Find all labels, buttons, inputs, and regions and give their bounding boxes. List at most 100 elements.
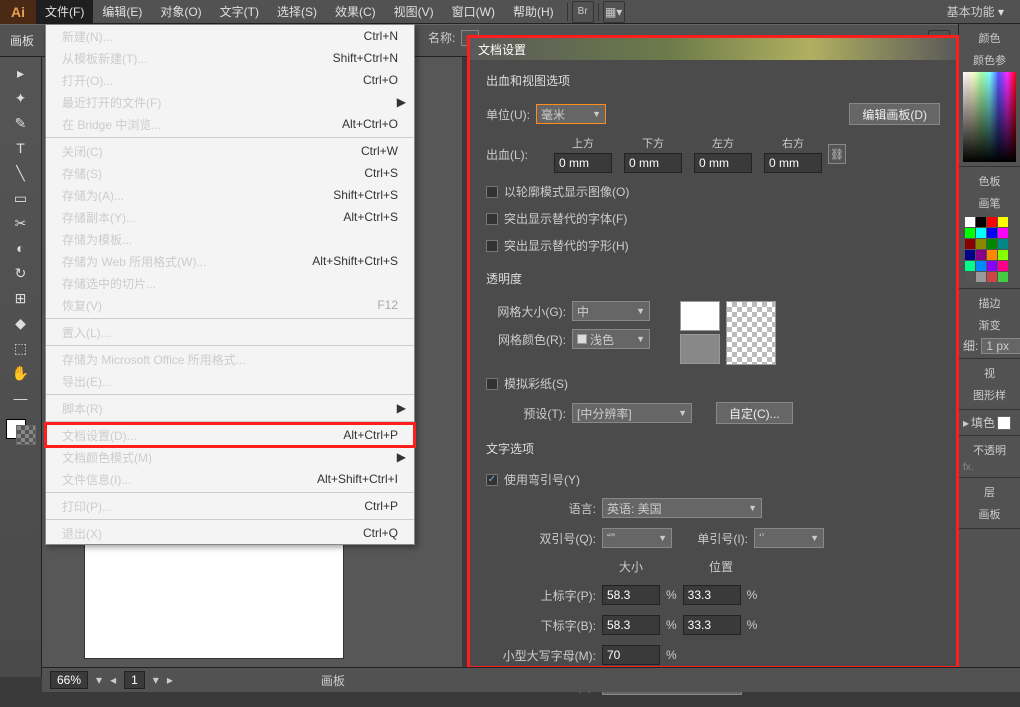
file-menu-dropdown: 新建(N)...Ctrl+N从模板新建(T)...Shift+Ctrl+N打开(…: [45, 24, 415, 545]
tool[interactable]: ◆: [9, 311, 33, 335]
menu-5[interactable]: 效果(C): [326, 0, 385, 24]
file-menu-item[interactable]: 置入(L)...: [46, 321, 414, 343]
file-menu-item[interactable]: 打开(O)...Ctrl+O: [46, 69, 414, 91]
tab-color[interactable]: 颜色: [963, 28, 1016, 48]
file-menu-item[interactable]: 存储副本(Y)...Alt+Ctrl+S: [46, 206, 414, 228]
menu-7[interactable]: 窗口(W): [443, 0, 504, 24]
menu-1[interactable]: 编辑(E): [93, 0, 151, 24]
subbar-panel-label: 画板: [6, 32, 38, 49]
file-menu-item[interactable]: 脚本(R)▶: [46, 397, 414, 419]
menu-0[interactable]: 文件(F): [36, 0, 93, 24]
double-quote-select[interactable]: “”▼: [602, 528, 672, 548]
file-menu-item[interactable]: 在 Bridge 中浏览...Alt+Ctrl+O: [46, 113, 414, 135]
bleed-right-input[interactable]: [764, 153, 822, 173]
subscript-pos-input[interactable]: [683, 615, 741, 635]
tool[interactable]: ✦: [9, 86, 33, 110]
file-menu-item[interactable]: 存储为模板...: [46, 228, 414, 250]
grid-size-select[interactable]: 中▼: [572, 301, 650, 321]
tool[interactable]: ✎: [9, 111, 33, 135]
tool[interactable]: ▭: [9, 186, 33, 210]
tool[interactable]: ⊞: [9, 286, 33, 310]
menu-2[interactable]: 对象(O): [151, 0, 210, 24]
preview-gray: [680, 334, 720, 364]
file-menu-item[interactable]: 存储为 Microsoft Office 所用格式...: [46, 348, 414, 370]
menu-6[interactable]: 视图(V): [385, 0, 443, 24]
file-menu-item[interactable]: 退出(X)Ctrl+Q: [46, 522, 414, 544]
tab-view[interactable]: 视: [963, 363, 1016, 383]
unit-select[interactable]: 毫米▼: [536, 104, 606, 124]
language-select[interactable]: 英语: 美国▼: [602, 498, 762, 518]
fill-stroke-swatch[interactable]: [6, 419, 36, 445]
tab-artboards[interactable]: 画板: [963, 504, 1016, 524]
file-menu-item[interactable]: 新建(N)...Ctrl+N: [46, 25, 414, 47]
tab-opacity[interactable]: 不透明: [963, 440, 1016, 460]
edit-artboard-button[interactable]: 编辑画板(D): [849, 103, 940, 125]
tool[interactable]: ⬚: [9, 336, 33, 360]
custom-button[interactable]: 自定(C)...: [716, 402, 793, 424]
bleed-top-input[interactable]: [554, 153, 612, 173]
file-menu-item[interactable]: 导出(E)...: [46, 370, 414, 392]
workspace-selector[interactable]: 基本功能 ▾: [937, 0, 1014, 23]
superscript-size-input[interactable]: [602, 585, 660, 605]
tool[interactable]: ↻: [9, 261, 33, 285]
bleed-bottom-input[interactable]: [624, 153, 682, 173]
menu-8[interactable]: 帮助(H): [504, 0, 563, 24]
file-menu-item: 恢复(V)F12: [46, 294, 414, 316]
bleed-left-input[interactable]: [694, 153, 752, 173]
file-menu-item[interactable]: 关闭(C)Ctrl+W: [46, 140, 414, 162]
font-sub-checkbox[interactable]: [486, 213, 498, 225]
tool[interactable]: ╲: [9, 161, 33, 185]
tool[interactable]: —: [9, 386, 33, 410]
file-menu-item[interactable]: 存储选中的切片...: [46, 272, 414, 294]
file-menu-item[interactable]: 存储(S)Ctrl+S: [46, 162, 414, 184]
grid-color-select[interactable]: 浅色▼: [572, 329, 650, 349]
layout-icon[interactable]: ▦▾: [603, 1, 625, 23]
tab-swatches[interactable]: 色板: [963, 171, 1016, 191]
unit-label: 单位(U):: [486, 106, 530, 123]
tab-gradient[interactable]: 渐变: [963, 315, 1016, 335]
tool[interactable]: ✋: [9, 361, 33, 385]
preview-checker: [726, 301, 776, 365]
tab-graphic-styles[interactable]: 图形样: [963, 385, 1016, 405]
file-menu-item[interactable]: 文档颜色模式(M)▶: [46, 446, 414, 468]
superscript-pos-input[interactable]: [683, 585, 741, 605]
tab-stroke[interactable]: 描边: [963, 293, 1016, 313]
tool[interactable]: T: [9, 136, 33, 160]
preset-select[interactable]: [中分辨率]▼: [572, 403, 692, 423]
right-panel-dock: 颜色颜色参 色板画笔 描边渐变细:1 px 视图形样 ▸填色 不透明fx. 层画…: [958, 24, 1020, 692]
file-menu-item[interactable]: 文件信息(I)...Alt+Shift+Ctrl+I: [46, 468, 414, 490]
file-menu-item[interactable]: 从模板新建(T)...Shift+Ctrl+N: [46, 47, 414, 69]
menu-bar: 文件(F)编辑(E)对象(O)文字(T)选择(S)效果(C)视图(V)窗口(W)…: [36, 0, 563, 24]
outline-checkbox[interactable]: [486, 186, 498, 198]
color-picker[interactable]: [963, 72, 1016, 162]
file-menu-item[interactable]: 文档设置(D)...Alt+Ctrl+P: [46, 424, 414, 446]
page-display[interactable]: 1: [124, 671, 145, 689]
tab-color-guide[interactable]: 颜色参: [963, 50, 1016, 70]
file-menu-item[interactable]: 打印(P)...Ctrl+P: [46, 495, 414, 517]
status-label: 画板: [321, 672, 345, 689]
single-quote-select[interactable]: ‘’▼: [754, 528, 824, 548]
file-menu-item[interactable]: 最近打开的文件(F)▶: [46, 91, 414, 113]
tool[interactable]: ▸: [9, 61, 33, 85]
tool[interactable]: ◐: [9, 236, 33, 260]
file-menu-item[interactable]: 存储为(A)...Shift+Ctrl+S: [46, 184, 414, 206]
tab-layers[interactable]: 层: [963, 482, 1016, 502]
transparency-section-title: 透明度: [486, 270, 940, 287]
menu-3[interactable]: 文字(T): [211, 0, 268, 24]
preview-white: [680, 301, 720, 331]
link-bleed-icon[interactable]: ⛓: [828, 144, 846, 164]
swatches-grid[interactable]: [963, 215, 1016, 284]
panel-title: 文档设置: [470, 38, 956, 60]
curly-quotes-checkbox[interactable]: ✓: [486, 474, 498, 486]
simulate-paper-checkbox[interactable]: [486, 378, 498, 390]
menu-4[interactable]: 选择(S): [268, 0, 326, 24]
document-settings-panel: 文档设置 出血和视图选项 单位(U): 毫米▼ 编辑画板(D) 出血(L): 上…: [470, 38, 956, 666]
subscript-size-input[interactable]: [602, 615, 660, 635]
tool[interactable]: ✂: [9, 211, 33, 235]
small-caps-input[interactable]: [602, 645, 660, 665]
bridge-icon[interactable]: Br: [572, 1, 594, 23]
glyph-sub-checkbox[interactable]: [486, 240, 498, 252]
file-menu-item[interactable]: 存储为 Web 所用格式(W)...Alt+Shift+Ctrl+S: [46, 250, 414, 272]
tab-brushes[interactable]: 画笔: [963, 193, 1016, 213]
zoom-display[interactable]: 66%: [50, 671, 88, 689]
